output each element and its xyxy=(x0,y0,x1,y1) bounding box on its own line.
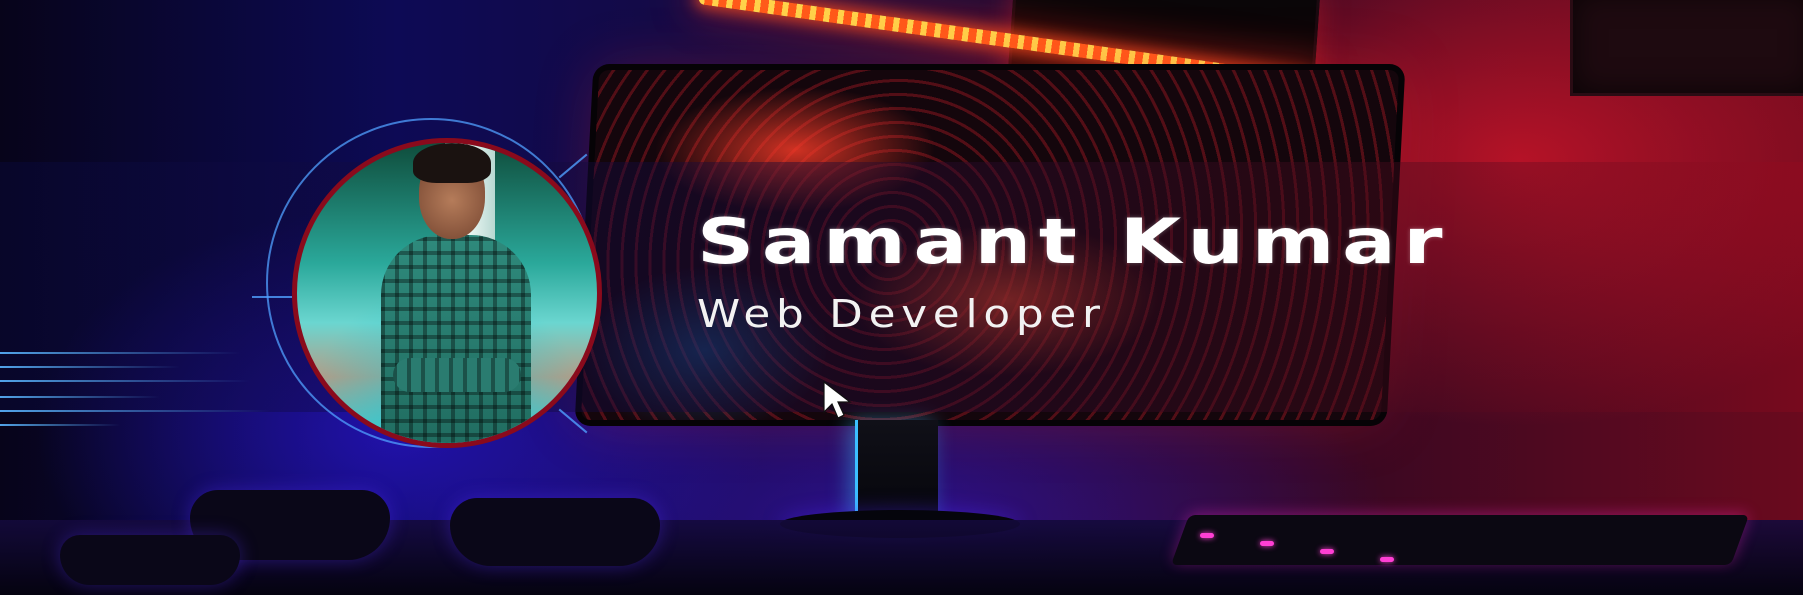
profile-name: Samant Kumar xyxy=(697,205,1451,278)
key-light xyxy=(1260,541,1274,546)
game-controller xyxy=(60,535,240,585)
keyboard xyxy=(1170,515,1750,565)
speed-line xyxy=(0,410,270,412)
key-light xyxy=(1200,533,1214,538)
speed-line xyxy=(0,380,250,382)
key-light xyxy=(1320,549,1334,554)
avatar-shirt xyxy=(381,235,531,443)
speed-line xyxy=(0,352,240,354)
speed-line xyxy=(0,366,180,368)
speed-line xyxy=(0,424,120,426)
game-controller xyxy=(450,498,660,566)
key-light xyxy=(1380,557,1394,562)
avatar xyxy=(292,138,602,448)
mouse-pointer-icon xyxy=(823,380,852,419)
wall-frame xyxy=(1570,0,1803,96)
avatar-ring-tick xyxy=(252,296,292,298)
avatar-hair xyxy=(413,143,491,183)
avatar-arms xyxy=(393,358,521,392)
profile-role: Web Developer xyxy=(697,292,1106,336)
speed-line xyxy=(0,396,160,398)
profile-banner: Samant Kumar Web Developer xyxy=(0,0,1803,595)
